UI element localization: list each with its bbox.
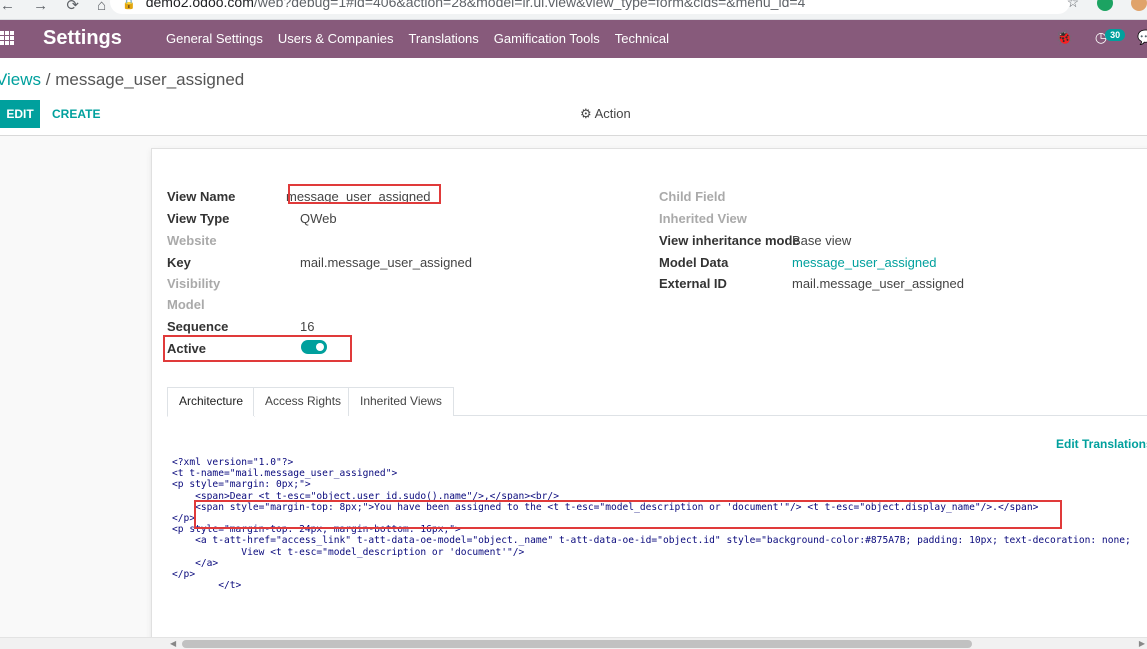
- breadcrumb-current: message_user_assigned: [55, 70, 245, 89]
- field-external-id: External ID: [659, 276, 727, 291]
- field-label: External ID: [659, 276, 727, 291]
- key-value: mail.message_user_assigned: [300, 255, 472, 270]
- field-label: Sequence: [167, 319, 229, 334]
- main-navbar: Settings General Settings Users & Compani…: [0, 20, 1147, 58]
- control-panel: Views / message_user_assigned EDIT CREAT…: [0, 58, 1147, 136]
- field-inheritance-mode: View inheritance mode: [659, 233, 800, 248]
- breadcrumb: Views / message_user_assigned: [0, 70, 244, 90]
- field-value[interactable]: message_user_assigned: [792, 255, 937, 270]
- field-label: Model Data: [659, 255, 729, 270]
- code-line: View <t t-esc="model_description or 'doc…: [172, 546, 525, 558]
- bookmark-star-icon[interactable]: ☆: [1067, 0, 1080, 11]
- top-menu: General Settings Users & Companies Transla…: [166, 31, 684, 46]
- tab-access-rights[interactable]: Access Rights: [253, 387, 354, 416]
- chat-bubble-icon[interactable]: 💬: [1137, 29, 1147, 46]
- form-sheet: View Name message_user_assigned View Typ…: [151, 148, 1147, 649]
- gear-icon: ⚙: [580, 106, 592, 121]
- tab-architecture[interactable]: Architecture: [167, 387, 256, 417]
- code-line: </t>: [172, 580, 242, 592]
- field-view-type: View Type: [167, 211, 229, 226]
- sequence-value: 16: [300, 319, 314, 334]
- code-line: <t t-name="mail.message_user_assigned">: [172, 468, 398, 480]
- field-model-data: Model Data: [659, 255, 728, 270]
- activity-badge: 30: [1105, 29, 1126, 41]
- field-value: mail.message_user_assigned: [792, 276, 964, 291]
- field-label: View Name: [167, 189, 236, 204]
- field-value: QWeb: [300, 211, 337, 226]
- scrollbar-thumb[interactable]: [182, 640, 972, 648]
- highlight-box: [163, 335, 352, 362]
- create-button[interactable]: CREATE: [52, 100, 100, 128]
- app-title[interactable]: Settings: [43, 27, 122, 50]
- apps-menu-icon[interactable]: [0, 31, 14, 45]
- edit-button[interactable]: EDIT: [0, 100, 40, 128]
- menu-technical[interactable]: Technical: [615, 31, 669, 46]
- external-id-value: mail.message_user_assigned: [792, 276, 964, 291]
- browser-actions: ☆: [1053, 0, 1147, 12]
- activity-icon[interactable]: ◷ 30: [1095, 29, 1126, 46]
- field-label: Child Field: [659, 189, 726, 204]
- lock-icon: 🔒: [122, 0, 136, 10]
- extension-icon[interactable]: [1097, 0, 1114, 12]
- scroll-right-icon[interactable]: ▶: [1139, 638, 1145, 649]
- url-host: demo2.odoo.com: [145, 0, 254, 10]
- field-key: Key: [167, 255, 191, 270]
- menu-users-companies[interactable]: Users & Companies: [278, 31, 394, 46]
- code-line: <?xml version="1.0"?>: [172, 457, 294, 468]
- menu-gamification-tools[interactable]: Gamification Tools: [494, 31, 600, 46]
- code-line: </a>: [172, 557, 219, 569]
- inheritance-mode-value: Base view: [792, 233, 851, 248]
- field-child-field: Child Field: [659, 189, 725, 204]
- field-value: 16: [300, 319, 315, 334]
- highlight-box: [288, 184, 441, 204]
- code-line: </p>: [172, 569, 196, 581]
- edit-translations-link[interactable]: Edit Translations: [1056, 437, 1147, 451]
- url-path: /web?debug=1#id=406&action=28&model=ir.u…: [253, 0, 806, 10]
- field-website: Website: [167, 233, 217, 248]
- view-type-value: QWeb: [300, 211, 337, 226]
- code-line: <p style="margin: 0px;">: [172, 479, 311, 491]
- breadcrumb-views-link[interactable]: Views: [0, 70, 41, 89]
- debug-bug-icon[interactable]: 🐞: [1056, 29, 1073, 46]
- action-label: Action: [594, 106, 631, 121]
- field-label: Model: [167, 297, 205, 312]
- field-label: View inheritance mode: [659, 233, 800, 248]
- tab-inherited-views[interactable]: Inherited Views: [348, 387, 454, 416]
- menu-translations[interactable]: Translations: [408, 31, 478, 46]
- systray: 🐞 ◷ 30 💬: [1056, 29, 1147, 46]
- field-sequence: Sequence: [167, 319, 228, 334]
- field-label: Inherited View: [659, 211, 747, 226]
- browser-nav: ← → ⟳ ⌂: [0, 0, 120, 14]
- address-bar[interactable]: 🔒 demo2.odoo.com/web?debug=1#id=406&actio…: [110, 0, 1070, 14]
- highlight-box: [194, 500, 1062, 529]
- action-dropdown[interactable]: ⚙ Action: [580, 100, 631, 128]
- field-label: Key: [167, 255, 191, 270]
- forward-icon[interactable]: →: [33, 0, 48, 14]
- field-inherited-view: Inherited View: [659, 211, 747, 226]
- scroll-left-icon[interactable]: ◀: [170, 638, 176, 649]
- notebook-tabs: Architecture Access Rights Inherited Vie…: [167, 387, 1147, 417]
- field-visibility: Visibility: [167, 276, 220, 291]
- home-icon[interactable]: ⌂: [97, 0, 106, 14]
- horizontal-scrollbar[interactable]: ◀ ▶: [0, 637, 1147, 649]
- field-model: Model: [167, 297, 205, 312]
- field-label: View Type: [167, 211, 230, 226]
- reload-icon[interactable]: ⟳: [66, 0, 79, 14]
- model-data-link[interactable]: message_user_assigned: [792, 255, 937, 270]
- menu-general-settings[interactable]: General Settings: [166, 31, 263, 46]
- field-value: mail.message_user_assigned: [300, 255, 472, 270]
- browser-toolbar: ← → ⟳ ⌂ 🔒 demo2.odoo.com/web?debug=1#id=4…: [0, 0, 1147, 20]
- field-view-name: View Name: [167, 189, 235, 204]
- code-line: <a t-att-href="access_link" t-att-data-o…: [172, 535, 1131, 547]
- field-label: Website: [167, 233, 217, 248]
- field-label: Visibility: [167, 276, 221, 291]
- back-icon[interactable]: ←: [0, 0, 15, 14]
- breadcrumb-separator: /: [41, 70, 56, 89]
- profile-avatar[interactable]: [1131, 0, 1147, 12]
- field-value: Base view: [792, 233, 852, 248]
